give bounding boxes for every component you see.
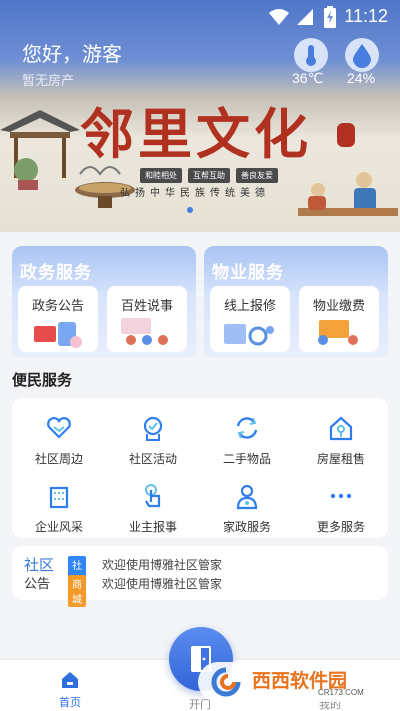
grid-item-label: 二手物品: [222, 452, 271, 466]
government-service-card[interactable]: 政务服务 政务公告 百姓说事: [12, 246, 196, 358]
grid-item-owner-report[interactable]: 业主报事: [106, 476, 200, 536]
hero-banner[interactable]: 邻里文化 和睦相处 互帮互助 善良友爱 弘扬中华民族传统美德 您好，游客 暂无房…: [0, 0, 400, 232]
heart-hands-icon: [47, 417, 71, 439]
medal-icon: [143, 416, 163, 441]
banner-tag: 善良友爱: [236, 168, 278, 183]
grid-item-housekeeping[interactable]: 家政服务: [200, 476, 294, 536]
community-notice-card[interactable]: 社区 公告 社区 欢迎使用博雅社区管家 商城 欢迎使用博雅社区管家: [12, 546, 388, 607]
notice-text: 欢迎使用博雅社区管家: [102, 558, 223, 572]
property-fee-button[interactable]: 物业缴费: [299, 286, 379, 352]
recycle-icon: [236, 417, 258, 439]
signal-icon: [297, 9, 313, 25]
notice-label-community: 社区: [24, 557, 55, 574]
temperature-value: 36℃: [292, 70, 324, 86]
banner-pavilion-illustration: [0, 110, 80, 190]
notice-label-announcement: 公告: [24, 576, 51, 591]
battery-icon: [324, 6, 336, 28]
banner-tag: 和睦相处: [140, 168, 182, 183]
thermometer-icon: [294, 38, 328, 72]
worker-icon: [236, 484, 258, 510]
repair-tools-icon: [224, 324, 274, 346]
grid-item-label: 家政服务: [222, 520, 271, 534]
humidity-drop-icon: [345, 38, 379, 72]
grid-item-second-hand[interactable]: 二手物品: [200, 408, 294, 468]
gov-announcement-button[interactable]: 政务公告: [18, 286, 98, 352]
home-icon: [62, 672, 78, 688]
convenience-grid: 社区周边 社区活动 二手物品 房屋租售 企业风采 业主报事 家政服务 更多服务: [12, 398, 388, 538]
nav-home-label: 首页: [59, 697, 81, 709]
property-service-title: 物业服务: [212, 263, 284, 282]
online-repair-label: 线上报修: [223, 298, 276, 313]
status-bar: 11:12: [0, 0, 400, 32]
announcement-flag-icon: [34, 322, 82, 348]
banner-people-illustration: [298, 172, 398, 216]
grid-item-label: 社区活动: [128, 452, 177, 466]
banner-tags: 和睦相处 互帮互助 善良友爱: [140, 168, 278, 183]
payment-card-icon: [318, 320, 358, 345]
convenience-section-title: 便民服务: [12, 372, 73, 389]
property-service-card[interactable]: 物业服务 线上报修 物业缴费: [204, 246, 388, 358]
wifi-icon: [269, 9, 289, 25]
banner-subtitle: 弘扬中华民族传统美德: [120, 188, 270, 199]
banner-page-indicator: [187, 207, 193, 213]
more-dots-icon: [330, 493, 352, 499]
clock-time: 11:12: [344, 6, 388, 26]
banner-seal-icon: [337, 123, 355, 147]
banner-title: 邻里文化: [80, 102, 312, 166]
citizen-voice-label: 百姓说事: [120, 298, 173, 313]
watermark-url: CR173.COM: [318, 688, 364, 697]
grid-item-enterprise[interactable]: 企业风采: [12, 476, 106, 536]
discussion-people-icon: [121, 318, 168, 345]
grid-item-label: 房屋租售: [316, 452, 365, 466]
grid-item-community-activity[interactable]: 社区活动: [106, 408, 200, 468]
hand-tap-icon: [145, 484, 161, 508]
grid-item-community-nearby[interactable]: 社区周边: [12, 408, 106, 468]
gov-announcement-label: 政务公告: [31, 298, 84, 313]
house-rent-icon: [329, 416, 353, 441]
grid-item-label: 企业风采: [34, 520, 83, 534]
grid-item-house-rental[interactable]: 房屋租售: [294, 408, 388, 468]
greeting-text: 您好，游客: [22, 44, 122, 66]
grid-item-label: 更多服务: [316, 520, 365, 534]
site-watermark: 西西软件园 CR173.COM: [198, 662, 384, 702]
banner-tag: 互帮互助: [188, 168, 230, 183]
property-fee-label: 物业缴费: [312, 298, 365, 313]
building-icon: [49, 486, 69, 509]
property-status-text[interactable]: 暂无房产: [22, 70, 74, 89]
grid-item-more-services[interactable]: 更多服务: [294, 476, 388, 536]
grid-item-label: 社区周边: [34, 452, 83, 466]
notice-text: 欢迎使用博雅社区管家: [102, 577, 223, 591]
nav-home-tab[interactable]: 首页: [40, 660, 100, 711]
government-service-title: 政务服务: [20, 263, 92, 282]
humidity-value: 24%: [347, 70, 376, 86]
notice-tag: 商城: [68, 575, 86, 607]
grid-item-label: 业主报事: [128, 520, 177, 534]
citizen-voice-button[interactable]: 百姓说事: [107, 286, 187, 352]
watermark-logo-icon: [211, 667, 241, 697]
online-repair-button[interactable]: 线上报修: [210, 286, 290, 352]
